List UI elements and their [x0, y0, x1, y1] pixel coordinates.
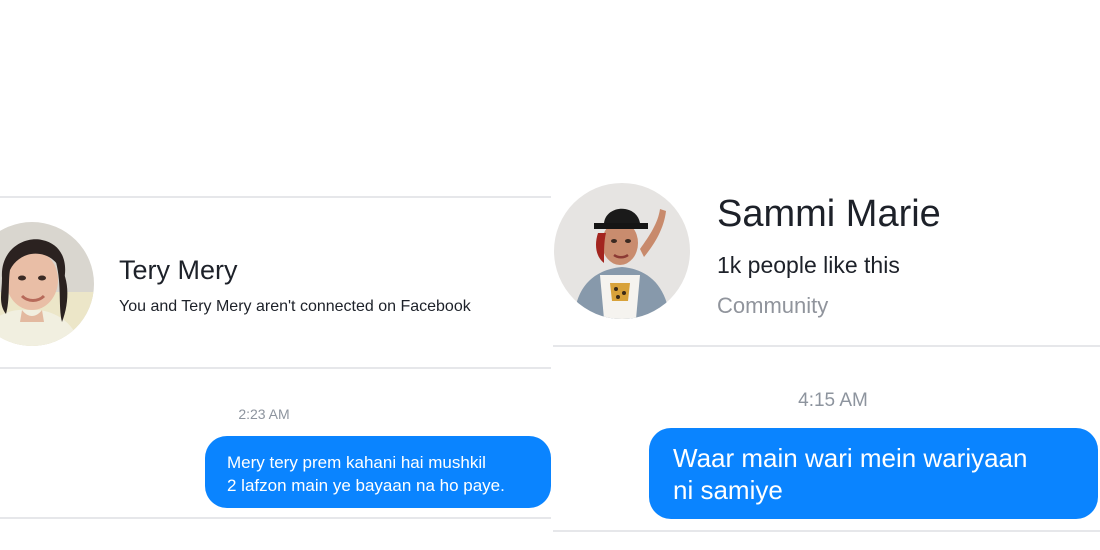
page-name[interactable]: Sammi Marie — [717, 193, 941, 236]
header-divider — [0, 367, 551, 369]
sent-message-bubble[interactable]: Waar main wari mein wariyaan ni samiye — [649, 428, 1098, 519]
likes-count: 1k people like this — [717, 252, 900, 278]
sent-message-bubble[interactable]: Mery tery prem kahani hai mushkil 2 lafz… — [205, 436, 551, 508]
connection-status: You and Tery Mery aren't connected on Fa… — [119, 298, 471, 315]
top-divider — [0, 196, 551, 198]
message-line-2: 2 lafzon main ye bayaan na ho paye. — [227, 476, 505, 495]
tery-mery-avatar[interactable] — [0, 222, 94, 346]
bottom-divider — [0, 517, 551, 519]
left-chat-panel: Tery Mery You and Tery Mery aren't conne… — [0, 0, 551, 550]
message-line-1: Mery tery prem kahani hai mushkil — [227, 453, 486, 472]
message-line-2: ni samiye — [673, 475, 783, 505]
right-chat-panel: Sammi Marie 1k people like this Communit… — [553, 0, 1100, 550]
message-timestamp: 2:23 AM — [238, 406, 290, 422]
contact-name[interactable]: Tery Mery — [119, 255, 238, 286]
bottom-divider — [553, 530, 1100, 532]
message-line-1: Waar main wari mein wariyaan — [673, 443, 1028, 473]
header-divider — [553, 345, 1100, 347]
page-category: Community — [717, 293, 829, 318]
sammi-marie-avatar[interactable] — [554, 183, 690, 319]
message-timestamp: 4:15 AM — [798, 390, 868, 411]
